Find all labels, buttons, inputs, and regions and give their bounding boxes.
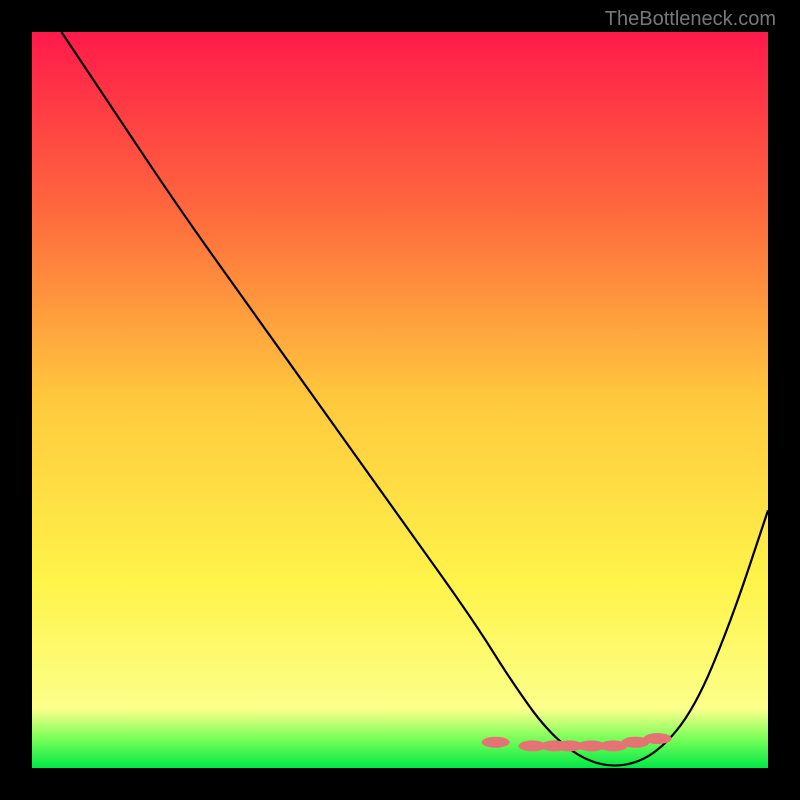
- plot-area: [32, 32, 768, 768]
- bottleneck-curve: [61, 32, 768, 766]
- chart-container: TheBottleneck.com: [0, 0, 800, 800]
- marker-group: [482, 733, 672, 751]
- curve-layer: [32, 32, 768, 768]
- marker-dot: [482, 737, 510, 748]
- watermark-text: TheBottleneck.com: [605, 8, 776, 31]
- marker-dot: [644, 733, 672, 744]
